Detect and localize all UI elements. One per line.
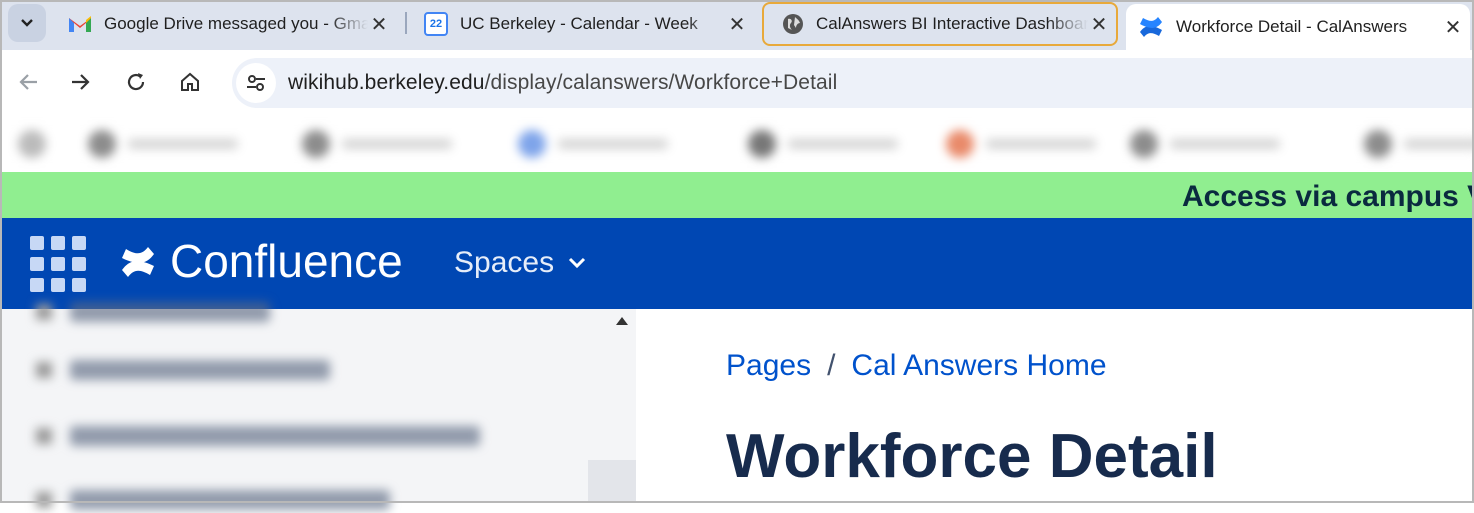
bookmark-item[interactable] <box>518 128 668 160</box>
scrollbar-track[interactable] <box>588 460 636 503</box>
gmail-icon <box>68 15 92 33</box>
tab-calendar[interactable]: 22 UC Berkeley - Calendar - Week ✕ <box>418 4 754 44</box>
scroll-up-arrow-icon[interactable] <box>616 317 628 325</box>
home-icon <box>181 72 199 91</box>
bookmark-item[interactable] <box>1364 128 1474 160</box>
address-bar[interactable]: wikihub.berkeley.edu/display/calanswers/… <box>232 58 1474 108</box>
tab-gmail[interactable]: Google Drive messaged you - Gmail ✕ <box>60 4 396 44</box>
tree-item[interactable] <box>36 487 390 513</box>
tab-strip: Google Drive messaged you - Gmail ✕ 22 U… <box>0 0 1474 50</box>
bookmark-item[interactable] <box>302 128 452 160</box>
tab-calanswers-dashboards[interactable]: CalAnswers BI Interactive Dashboards ✕ <box>762 2 1118 46</box>
google-calendar-icon: 22 <box>424 12 448 36</box>
tree-item[interactable] <box>36 423 480 449</box>
spaces-label: Spaces <box>454 246 555 279</box>
breadcrumb: Pages / Cal Answers Home <box>726 349 1107 383</box>
breadcrumb-separator: / <box>827 349 836 382</box>
breadcrumb-pages[interactable]: Pages <box>726 349 811 383</box>
tune-icon <box>247 75 265 91</box>
chevron-down-icon <box>21 19 33 27</box>
product-name[interactable]: Confluence <box>170 234 403 288</box>
tab-search-button[interactable] <box>8 4 46 42</box>
tab-workforce-detail[interactable]: Workforce Detail - CalAnswers ✕ <box>1126 4 1470 50</box>
tree-item[interactable] <box>36 299 270 325</box>
tab-title: Workforce Detail - CalAnswers <box>1176 17 1408 36</box>
page-title: Workforce Detail <box>726 422 1218 491</box>
tab-title: CalAnswers BI Interactive Dashboards <box>816 14 1088 33</box>
bookmark-item[interactable] <box>748 128 898 160</box>
tab-separator <box>405 12 407 34</box>
tree-item[interactable] <box>36 357 330 383</box>
back-button[interactable] <box>10 64 46 100</box>
browser-toolbar: wikihub.berkeley.edu/display/calanswers/… <box>0 50 1474 116</box>
banner-text: Access via campus V <box>1182 180 1474 213</box>
url-text[interactable]: wikihub.berkeley.edu/display/calanswers/… <box>288 71 837 95</box>
close-tab-icon[interactable]: ✕ <box>726 12 748 37</box>
vpn-banner: Access via campus V <box>0 172 1474 218</box>
close-tab-icon[interactable]: ✕ <box>368 12 390 37</box>
back-arrow-icon <box>19 74 37 90</box>
spaces-menu[interactable]: Spaces <box>454 246 586 280</box>
chevron-down-icon <box>569 257 586 269</box>
bookmark-item[interactable] <box>946 128 1096 160</box>
tab-title: Google Drive messaged you - Gmail <box>104 14 368 33</box>
app-switcher-icon[interactable] <box>30 236 86 292</box>
globe-icon <box>782 13 804 35</box>
confluence-icon <box>1138 15 1164 39</box>
confluence-header: Confluence Spaces <box>0 218 1474 309</box>
tab-title: UC Berkeley - Calendar - Week <box>460 14 698 33</box>
close-tab-icon[interactable]: ✕ <box>1442 15 1464 40</box>
forward-arrow-icon <box>72 74 90 90</box>
main-content: Pages / Cal Answers Home Workforce Detai… <box>636 309 1474 503</box>
page-tree-sidebar <box>0 302 636 510</box>
close-tab-icon[interactable]: ✕ <box>1088 12 1110 37</box>
confluence-logo-icon[interactable] <box>120 244 156 280</box>
forward-button[interactable] <box>63 64 99 100</box>
reload-button[interactable] <box>118 64 154 100</box>
home-button[interactable] <box>172 64 208 100</box>
breadcrumb-cal-answers-home[interactable]: Cal Answers Home <box>851 349 1106 383</box>
reload-icon <box>127 73 145 91</box>
bookmark-item[interactable] <box>88 128 238 160</box>
site-info-button[interactable] <box>236 63 276 103</box>
bookmark-item[interactable] <box>1130 128 1280 160</box>
bookmarks-bar <box>0 116 1474 172</box>
